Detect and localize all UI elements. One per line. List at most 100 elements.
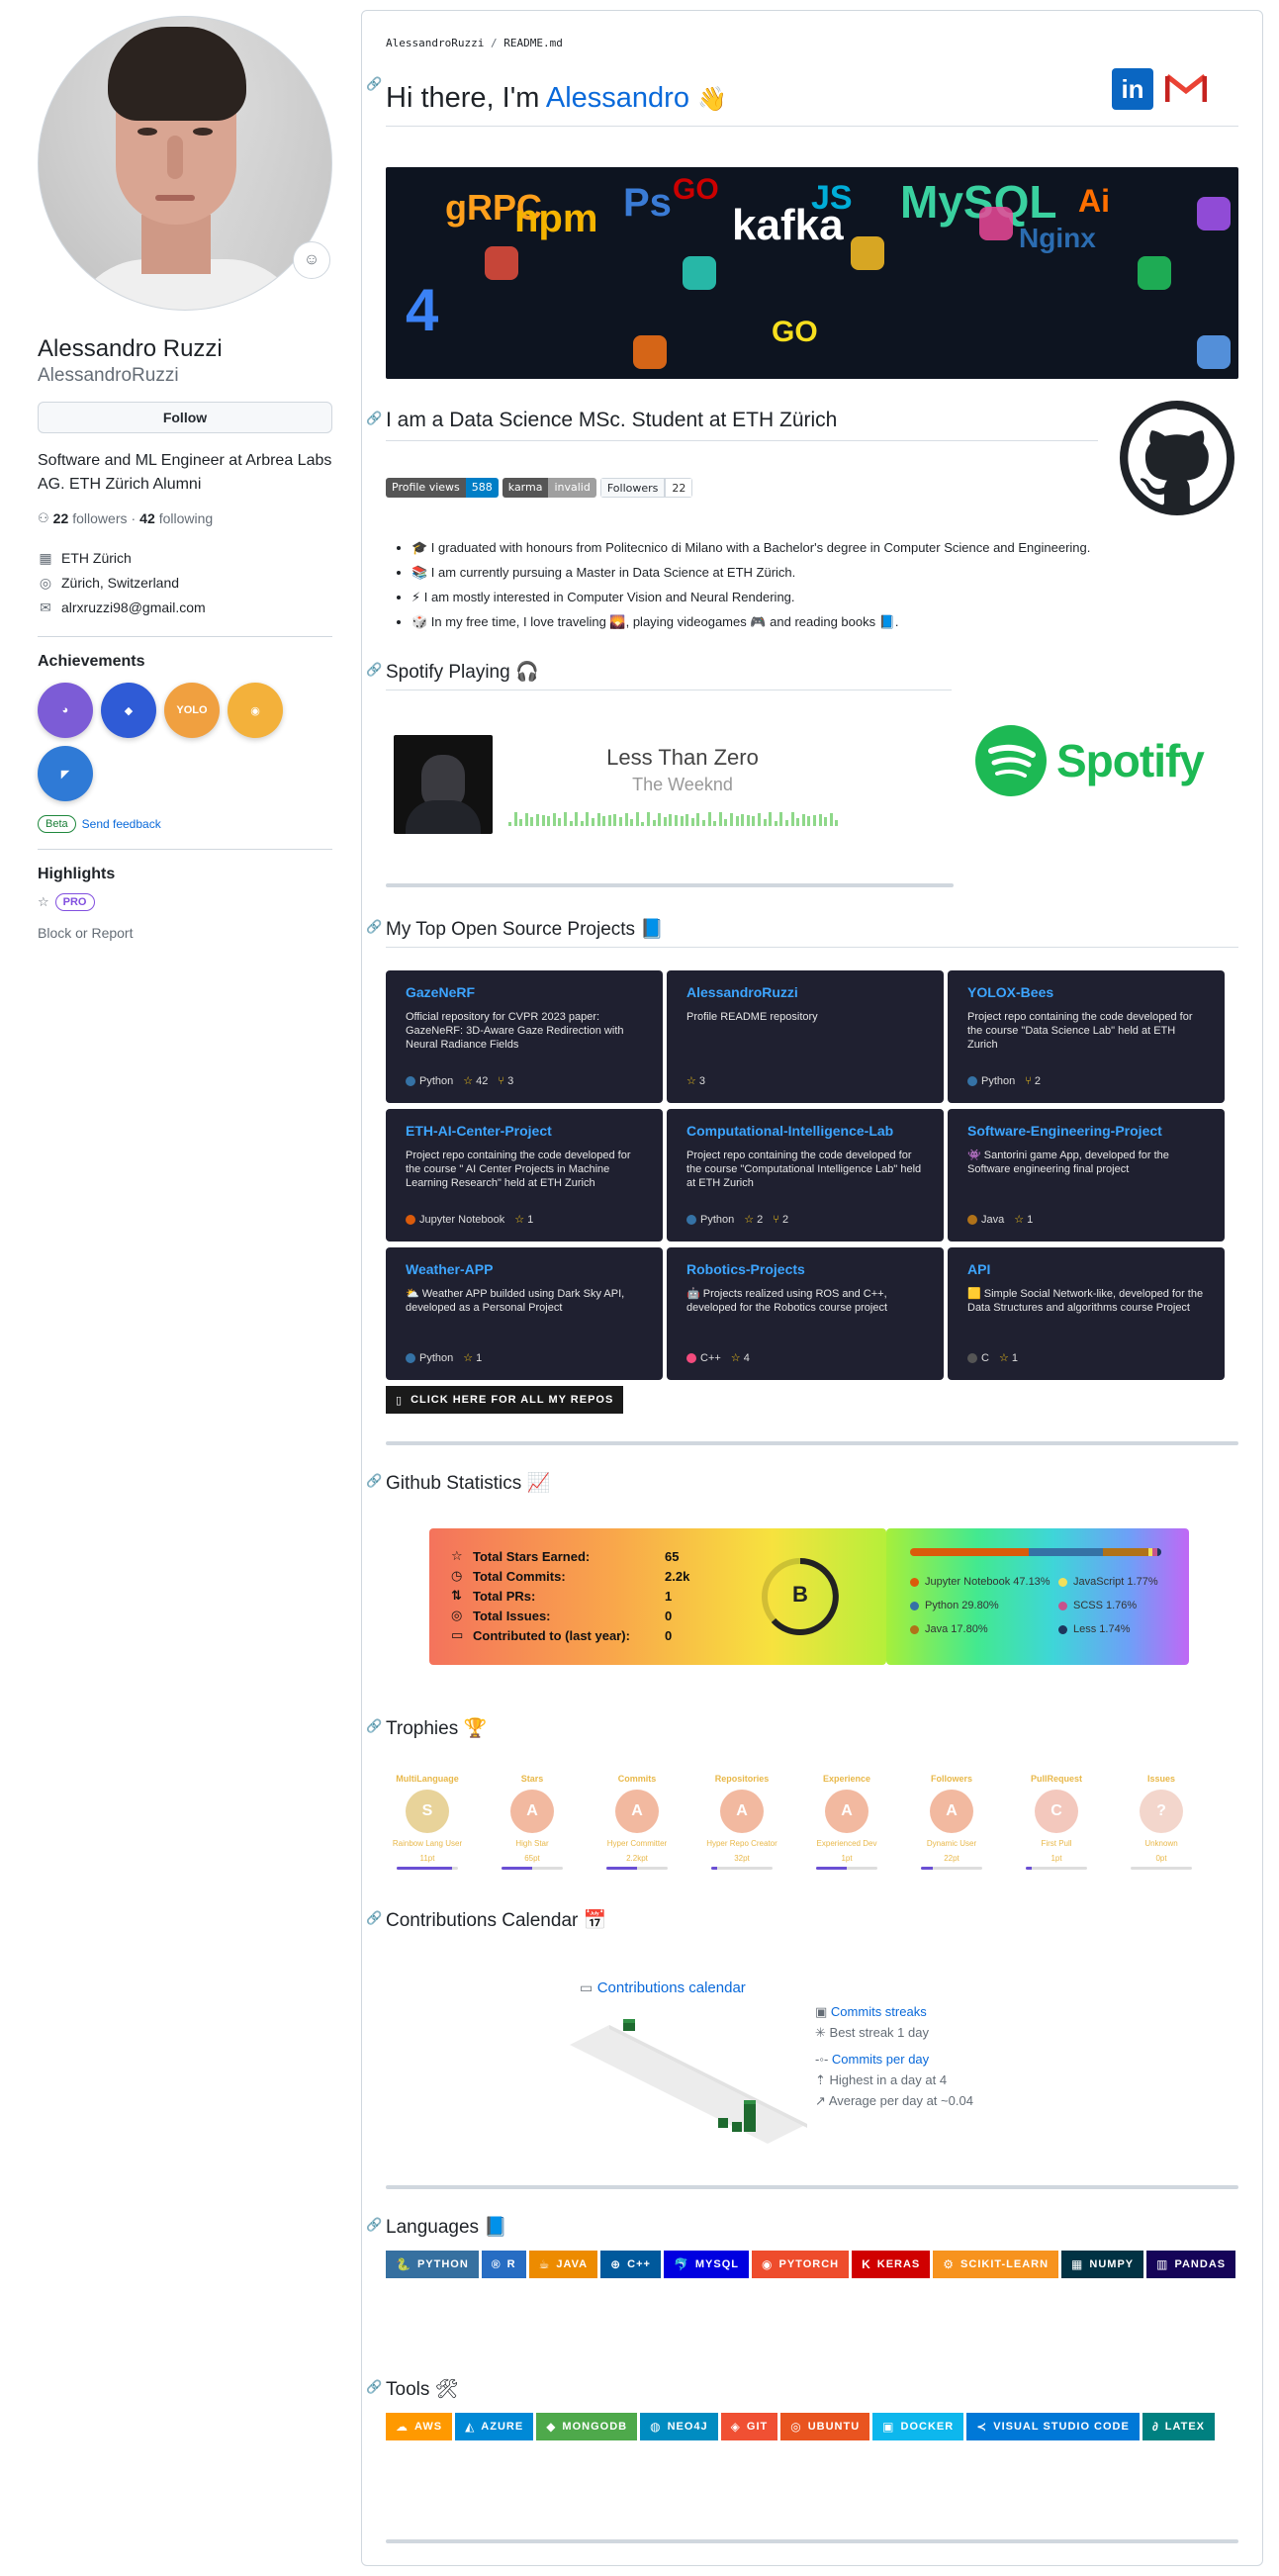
tools-badge[interactable]: ▣ DOCKER: [872, 2413, 964, 2440]
link-anchor-icon[interactable]: 🔗: [366, 76, 382, 92]
badge-0[interactable]: Profile views 588: [386, 478, 499, 498]
languages-badge[interactable]: ⚙ SCIKIT-LEARN: [933, 2251, 1059, 2278]
set-status-icon[interactable]: ☺: [293, 241, 330, 279]
repo-card[interactable]: Robotics-Projects 🤖 Projects realized usi…: [667, 1247, 944, 1380]
achievements-heading[interactable]: Achievements: [38, 653, 332, 671]
link-anchor-icon[interactable]: 🔗: [366, 662, 382, 678]
link-anchor-icon[interactable]: 🔗: [366, 1473, 382, 1489]
about-list-item: 🎲 In my free time, I love traveling 🌄, p…: [411, 609, 1183, 634]
spotify-rule: [386, 883, 954, 887]
tools-badge[interactable]: ◆ MONGODB: [536, 2413, 638, 2440]
send-feedback-link[interactable]: Send feedback: [82, 817, 161, 831]
followers-count[interactable]: 22: [53, 510, 69, 526]
badge-2[interactable]: Followers 22: [599, 478, 693, 498]
following-count[interactable]: 42: [139, 510, 155, 526]
trophy-rank: C: [1051, 1802, 1062, 1819]
spotify-now-playing-card[interactable]: Less Than Zero The Weeknd: [386, 713, 954, 891]
star-icon: ☆: [1014, 1214, 1028, 1226]
languages-badge[interactable]: ▦ NUMPY: [1061, 2251, 1144, 2278]
badge-1[interactable]: karma invalid: [502, 478, 596, 498]
repo-name[interactable]: Weather-APP: [406, 1261, 643, 1277]
profile-avatar[interactable]: [38, 16, 332, 311]
repo-stars: ☆ 1: [999, 1351, 1018, 1364]
tools-badge[interactable]: ◎ UBUNTU: [780, 2413, 870, 2440]
repo-card[interactable]: ETH-AI-Center-Project Project repo contai…: [386, 1109, 663, 1242]
badge-label: LATEX: [1164, 2421, 1206, 2433]
following-label[interactable]: following: [159, 510, 213, 526]
email-link[interactable]: alrxruzzi98@gmail.com: [61, 596, 206, 620]
tools-badge[interactable]: ◍ NEO4J: [640, 2413, 718, 2440]
languages-badge[interactable]: ® R: [481, 2251, 526, 2278]
repo-name[interactable]: AlessandroRuzzi: [686, 984, 924, 1000]
repo-card[interactable]: Software-Engineering-Project 👾 Santorini …: [948, 1109, 1225, 1242]
pro-badge: PRO: [54, 893, 95, 911]
link-anchor-icon[interactable]: 🔗: [366, 919, 382, 935]
languages-badge[interactable]: 🐍 PYTHON: [386, 2251, 479, 2278]
repo-stars-count: 4: [743, 1352, 750, 1364]
badge-label: JAVA: [556, 2258, 589, 2270]
achievement-badge-1[interactable]: ◕: [38, 683, 93, 738]
repo-name[interactable]: YOLOX-Bees: [967, 984, 1205, 1000]
repo-name[interactable]: ETH-AI-Center-Project: [406, 1123, 643, 1139]
beta-badge: Beta: [38, 815, 76, 833]
repo-card[interactable]: Weather-APP ⛅ Weather APP builded using D…: [386, 1247, 663, 1380]
visualizer-bar: [669, 813, 673, 826]
language-dot-icon: [406, 1214, 415, 1225]
readme-path-user[interactable]: AlessandroRuzzi: [386, 37, 484, 49]
achievement-badge-4[interactable]: ◉: [228, 683, 283, 738]
tools-badge[interactable]: ∂ LATEX: [1142, 2413, 1216, 2440]
language-item: SCSS 1.76%: [1058, 1594, 1167, 1617]
achievement-badge-3[interactable]: YOLO: [164, 683, 220, 738]
all-repos-button[interactable]: ▯ CLICK HERE FOR ALL MY REPOS: [386, 1386, 624, 1414]
repo-description: Project repo containing the code develop…: [686, 1150, 922, 1189]
repo-card[interactable]: YOLOX-Bees Project repo containing the co…: [948, 970, 1225, 1103]
tools-badge[interactable]: ◈ GIT: [720, 2413, 778, 2440]
repo-name[interactable]: Computational-Intelligence-Lab: [686, 1123, 924, 1139]
link-anchor-icon[interactable]: 🔗: [366, 2217, 382, 2233]
languages-badge[interactable]: ▥ PANDAS: [1146, 2251, 1236, 2278]
languages-badge[interactable]: ◉ PYTORCH: [752, 2251, 850, 2278]
link-anchor-icon[interactable]: 🔗: [366, 1910, 382, 1926]
follow-button[interactable]: Follow: [38, 402, 332, 433]
link-anchor-icon[interactable]: 🔗: [366, 2379, 382, 2395]
repo-name[interactable]: Robotics-Projects: [686, 1261, 924, 1277]
link-anchor-icon[interactable]: 🔗: [366, 411, 382, 426]
organization-text: ETH Zürich: [61, 550, 132, 566]
book-icon: 📘: [484, 2217, 507, 2238]
languages-badge[interactable]: K KERAS: [852, 2251, 931, 2278]
tools-badge[interactable]: ≺ VISUAL STUDIO CODE: [966, 2413, 1140, 2440]
repo-name[interactable]: GazeNeRF: [406, 984, 643, 1000]
achievement-badge-2[interactable]: ◆: [101, 683, 156, 738]
trophy-progress-fill: [1026, 1867, 1033, 1870]
repo-card[interactable]: GazeNeRF Official repository for CVPR 202…: [386, 970, 663, 1103]
achievement-badge-5[interactable]: ◤: [38, 746, 93, 801]
repo-card[interactable]: API 🟨 Simple Social Network-like, develop…: [948, 1247, 1225, 1380]
trophy-points: 0pt: [1155, 1854, 1167, 1863]
block-report-link[interactable]: Block or Report: [38, 925, 332, 941]
stat-value: 0: [665, 1627, 673, 1643]
banner-shape: [485, 246, 518, 280]
languages-badge[interactable]: ⊕ C++: [600, 2251, 661, 2278]
badge-icon: ☁: [396, 2420, 409, 2434]
repo-name[interactable]: Software-Engineering-Project: [967, 1123, 1205, 1139]
repo-card[interactable]: AlessandroRuzzi Profile README repository…: [667, 970, 944, 1103]
tools-badge[interactable]: ☁ AWS: [386, 2413, 453, 2440]
visualizer-bar: [536, 814, 539, 826]
languages-badge[interactable]: ☕ JAVA: [528, 2251, 598, 2278]
repo-description: Profile README repository: [686, 1011, 818, 1023]
visualizer-bar: [735, 816, 739, 826]
trophy-rank: A: [946, 1802, 958, 1819]
linkedin-icon[interactable]: in: [1112, 68, 1153, 110]
gmail-icon[interactable]: [1164, 72, 1208, 104]
repo-card[interactable]: Computational-Intelligence-Lab Project re…: [667, 1109, 944, 1242]
link-anchor-icon[interactable]: 🔗: [366, 1718, 382, 1734]
badge-icon: ◎: [790, 2420, 802, 2434]
followers-label[interactable]: followers: [72, 510, 127, 526]
visualizer-bar: [763, 818, 767, 826]
repo-name[interactable]: API: [967, 1261, 1205, 1277]
commits-streaks-label: Commits streaks: [830, 2004, 927, 2019]
contributions-calendar-link[interactable]: Contributions calendar: [597, 1979, 746, 1996]
languages-badge[interactable]: 🐬 MYSQL: [663, 2251, 750, 2278]
repo-meta: C ☆ 1: [967, 1351, 1018, 1364]
tools-badge[interactable]: ◭ AZURE: [455, 2413, 534, 2440]
